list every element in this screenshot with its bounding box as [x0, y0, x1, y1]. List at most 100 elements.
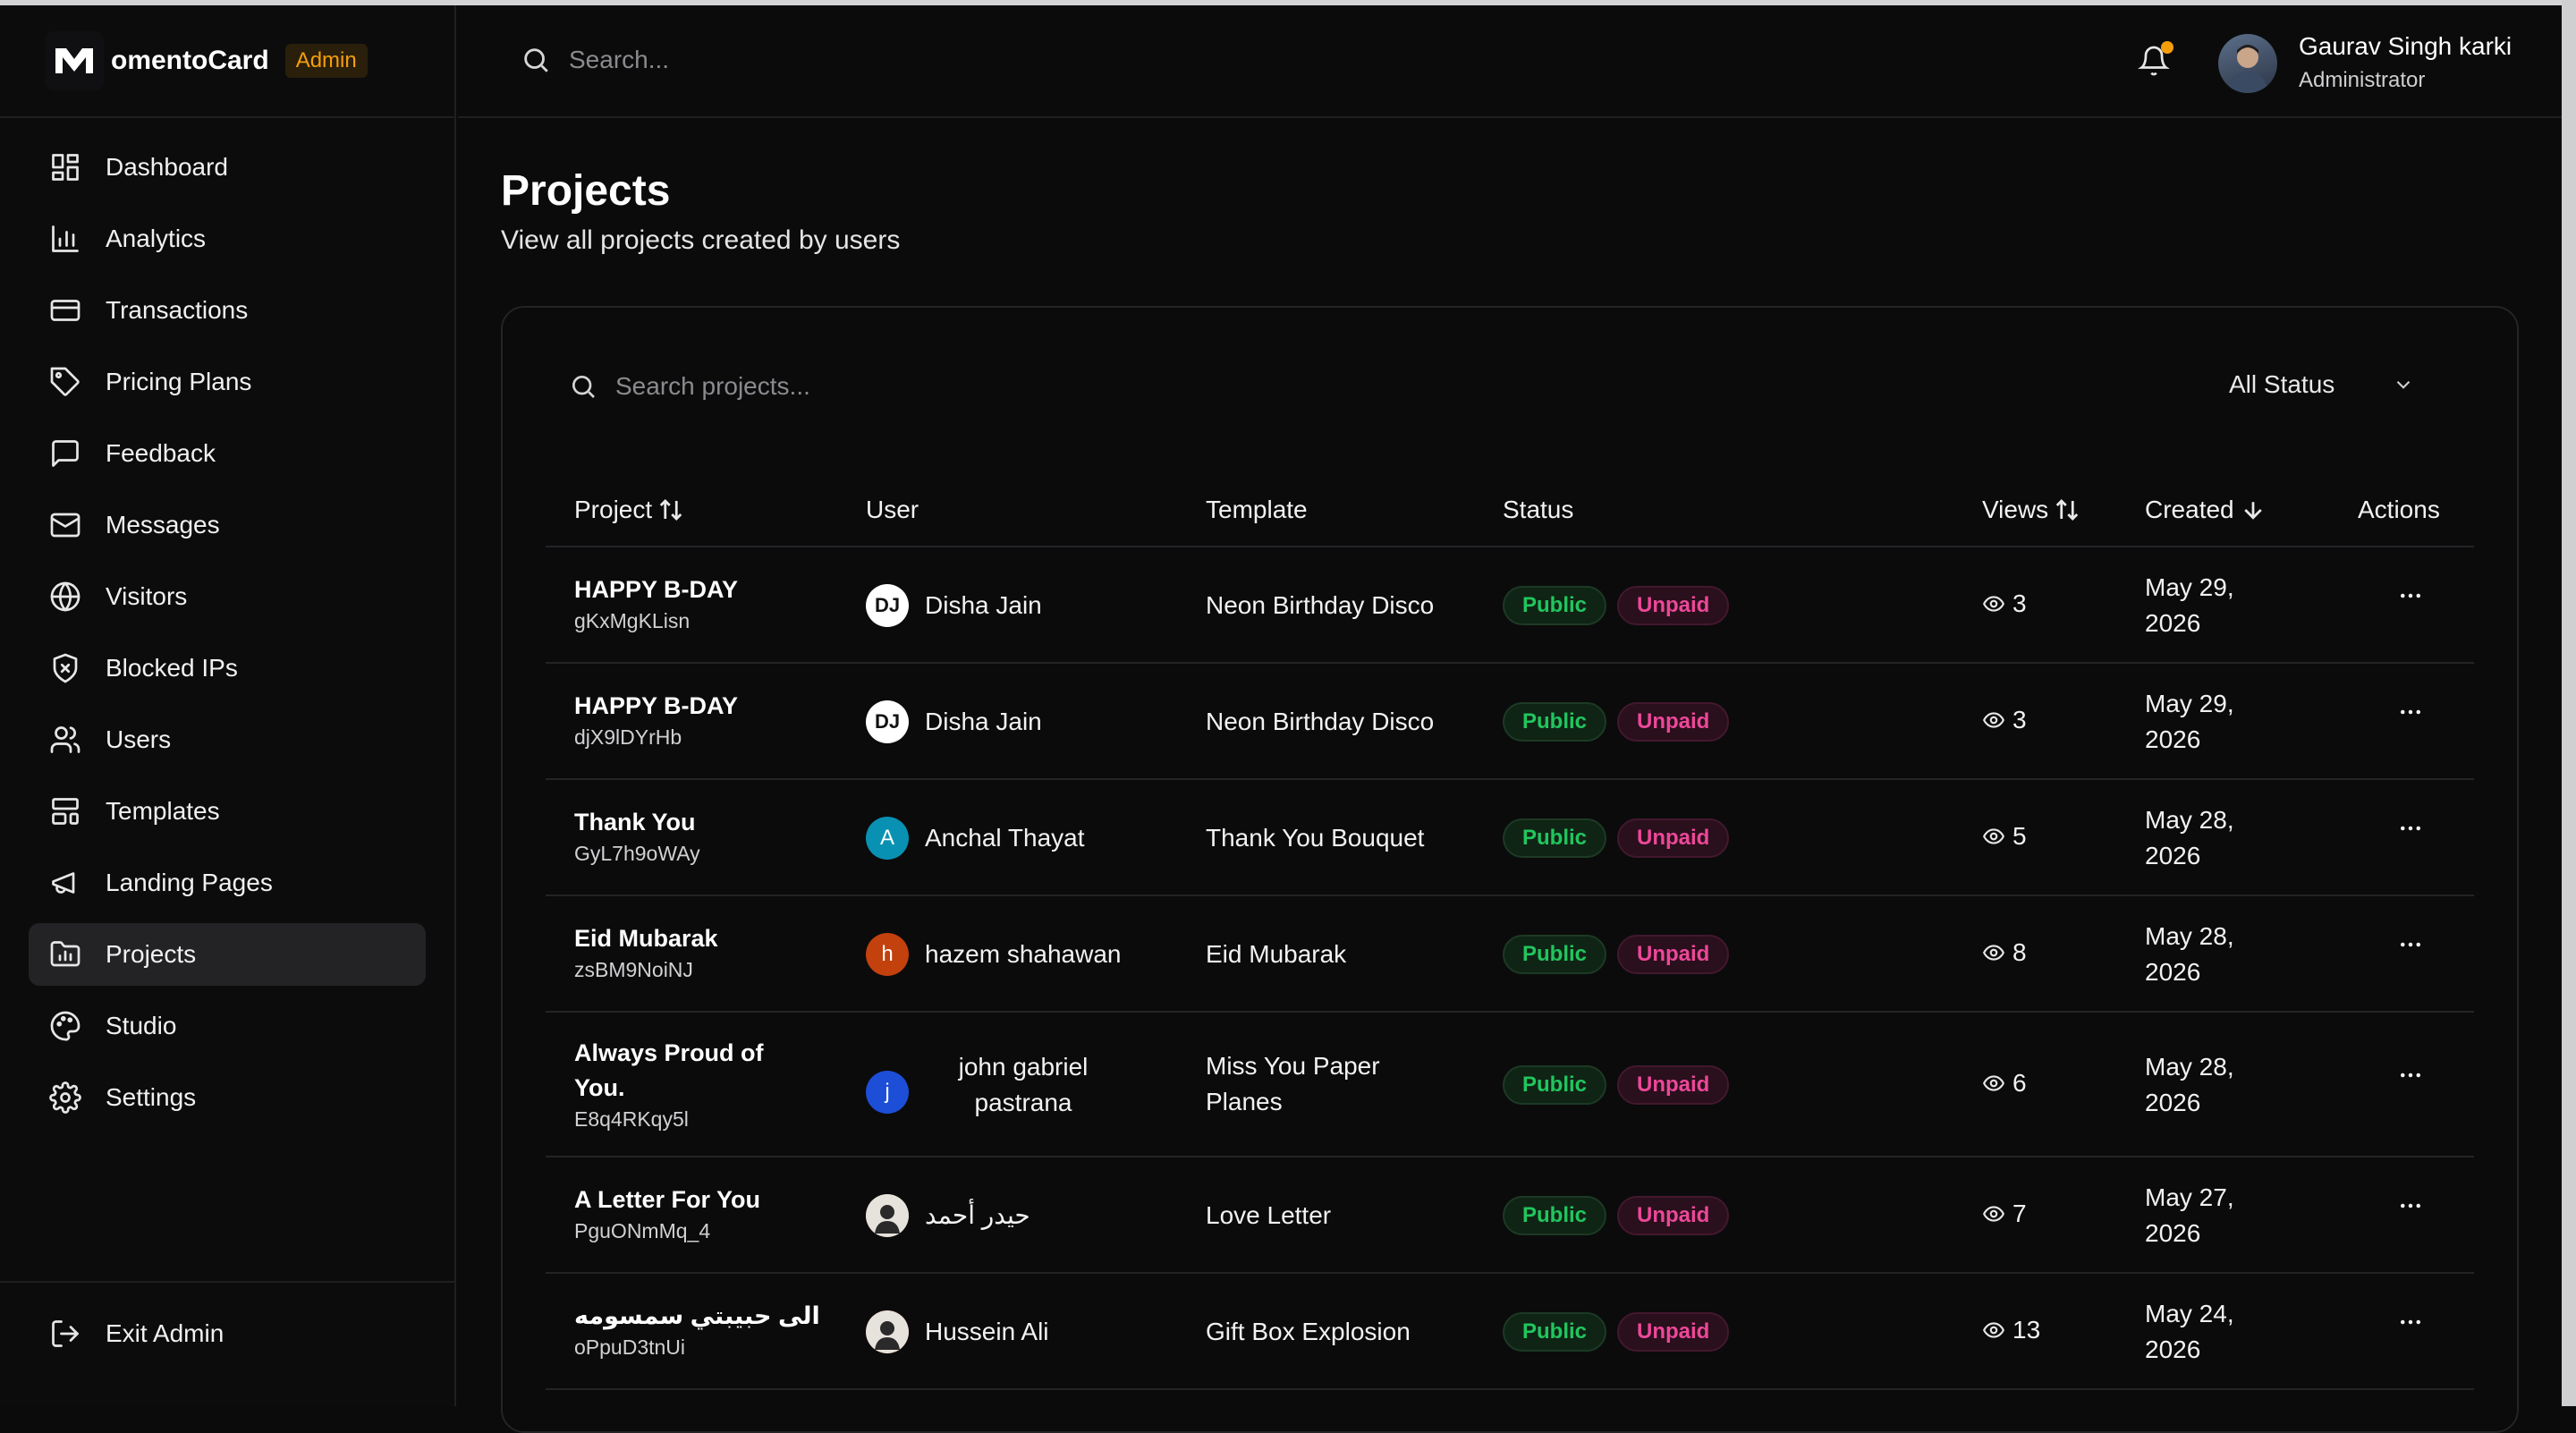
table-row[interactable]: HAPPY B-DAY djX9lDYrHb DJ Disha Jain Neon Bi…	[546, 664, 2474, 780]
table-header: Project User Template Status Views Creat…	[546, 469, 2474, 547]
row-actions-button[interactable]	[2397, 699, 2424, 733]
project-code: GyL7h9oWAy	[574, 842, 700, 865]
more-horizontal-icon	[2401, 593, 2420, 598]
status-badge-unpaid: Unpaid	[1617, 935, 1730, 974]
users-icon	[48, 723, 82, 757]
avatar-initials: A	[879, 826, 894, 850]
status-cell: Public Unpaid	[1503, 1312, 1740, 1352]
views-count: 3	[2012, 589, 2027, 617]
project-title: الى حبيبتي سمسومه	[574, 1302, 820, 1329]
avatar: A	[866, 817, 909, 860]
globe-icon	[48, 580, 82, 614]
scrollbar-track[interactable]	[2562, 0, 2576, 1406]
project-cell[interactable]: Eid Mubarak zsBM9NoiNJ	[574, 921, 860, 983]
sidebar-item-blocked-ips[interactable]: Blocked IPs	[29, 637, 426, 700]
user-name[interactable]: Gaurav Singh karki	[2299, 32, 2512, 61]
sidebar-item-transactions[interactable]: Transactions	[29, 279, 426, 342]
status-cell: Public Unpaid	[1503, 1196, 1740, 1235]
status-cell: Public Unpaid	[1503, 1065, 1740, 1105]
project-code: oPpuD3tnUi	[574, 1335, 686, 1359]
sidebar-item-templates[interactable]: Templates	[29, 780, 426, 843]
row-actions-button[interactable]	[2397, 582, 2424, 617]
sidebar-item-label: Analytics	[106, 225, 207, 252]
notifications-button[interactable]	[2138, 41, 2174, 81]
column-header-created[interactable]: Created	[2145, 496, 2267, 524]
sidebar: omentoCard Admin Dashboard Analytics Tra…	[0, 5, 456, 1406]
sidebar-item-visitors[interactable]: Visitors	[29, 565, 426, 628]
project-cell[interactable]: HAPPY B-DAY djX9lDYrHb	[574, 689, 860, 750]
project-cell[interactable]: A Letter For You PguONmMq_4	[574, 1183, 860, 1244]
sidebar-item-settings[interactable]: Settings	[29, 1066, 426, 1129]
column-header-project[interactable]: Project	[574, 496, 684, 524]
column-label: Views	[1982, 496, 2049, 523]
row-actions-button[interactable]	[2397, 931, 2424, 966]
sidebar-item-analytics[interactable]: Analytics	[29, 208, 426, 270]
top-header: Gaurav Singh karki Administrator	[458, 5, 2562, 118]
sidebar-item-pricing-plans[interactable]: Pricing Plans	[29, 351, 426, 413]
row-actions-button[interactable]	[2397, 815, 2424, 850]
user-cell[interactable]: DJ Disha Jain	[866, 584, 1170, 627]
project-code: djX9lDYrHb	[574, 725, 682, 749]
sidebar-item-dashboard[interactable]: Dashboard	[29, 136, 426, 199]
sidebar-item-studio[interactable]: Studio	[29, 995, 426, 1057]
user-cell[interactable]: A Anchal Thayat	[866, 817, 1170, 860]
project-search-input[interactable]	[615, 372, 1241, 401]
status-badge-unpaid: Unpaid	[1617, 586, 1730, 625]
project-cell[interactable]: HAPPY B-DAY gKxMgKLisn	[574, 572, 860, 634]
user-cell[interactable]: DJ Disha Jain	[866, 700, 1170, 743]
user-avatar[interactable]	[2218, 34, 2277, 93]
global-search-input[interactable]	[569, 46, 1106, 74]
column-header-views[interactable]: Views	[1982, 496, 2080, 524]
template-name: Miss You Paper Planes	[1206, 1052, 1380, 1115]
sidebar-item-feedback[interactable]: Feedback	[29, 422, 426, 485]
column-header-user: User	[866, 496, 919, 524]
sort-both-icon	[659, 499, 682, 521]
mail-icon	[48, 508, 82, 542]
row-actions-button[interactable]	[2397, 1062, 2424, 1097]
table-row[interactable]: HAPPY B-DAY gKxMgKLisn DJ Disha Jain Neon Bi…	[546, 547, 2474, 664]
brand[interactable]: omentoCard Admin	[0, 5, 454, 118]
status-badge-unpaid: Unpaid	[1617, 1312, 1730, 1352]
user-cell[interactable]: حيدر أحمد	[866, 1194, 1170, 1237]
user-name: Disha Jain	[925, 591, 1042, 619]
exit-admin-button[interactable]: Exit Admin	[29, 1302, 426, 1365]
sidebar-item-landing-pages[interactable]: Landing Pages	[29, 852, 426, 914]
avatar-photo	[866, 1194, 909, 1237]
status-filter-select[interactable]: All Status	[2229, 370, 2415, 399]
template-name: Neon Birthday Disco	[1206, 591, 1435, 619]
table-row[interactable]: A Letter For You PguONmMq_4 حيدر أحمد Love …	[546, 1157, 2474, 1274]
sidebar-item-projects[interactable]: Projects	[29, 923, 426, 986]
sidebar-item-label: Transactions	[106, 296, 249, 324]
sidebar-item-messages[interactable]: Messages	[29, 494, 426, 556]
column-label: User	[866, 496, 919, 523]
user-cell[interactable]: Hussein Ali	[866, 1310, 1170, 1353]
template-name: Eid Mubarak	[1206, 940, 1347, 968]
user-cell[interactable]: j john gabriel pastrana	[866, 1053, 1170, 1121]
status-cell: Public Unpaid	[1503, 702, 1740, 742]
avatar	[866, 1194, 909, 1237]
brand-name: omentoCard	[111, 46, 269, 75]
sidebar-item-label: Settings	[106, 1083, 197, 1111]
status-badge-public: Public	[1503, 1196, 1607, 1235]
project-cell[interactable]: Thank You GyL7h9oWAy	[574, 805, 860, 867]
views-cell: 3	[1982, 706, 2027, 734]
exit-admin-label: Exit Admin	[106, 1319, 225, 1347]
project-cell[interactable]: الى حبيبتي سمسومه oPpuD3tnUi	[574, 1299, 860, 1361]
views-count: 5	[2012, 822, 2027, 850]
sidebar-item-users[interactable]: Users	[29, 708, 426, 771]
table-row[interactable]: Eid Mubarak zsBM9NoiNJ h hazem shahawan Eid …	[546, 896, 2474, 1013]
row-actions-button[interactable]	[2397, 1309, 2424, 1344]
table-row[interactable]: Always Proud of You. E8q4RKqy5l j john gabr…	[546, 1013, 2474, 1157]
message-square-icon	[48, 437, 82, 471]
user-cell[interactable]: h hazem shahawan	[866, 933, 1170, 976]
app-window: omentoCard Admin Dashboard Analytics Tra…	[0, 0, 2576, 1433]
search-icon	[524, 48, 548, 72]
table-row[interactable]: Thank You GyL7h9oWAy A Anchal Thayat Thank Y…	[546, 780, 2474, 896]
row-actions-button[interactable]	[2397, 1192, 2424, 1227]
views-cell: 8	[1982, 938, 2027, 967]
layout-template-icon	[48, 794, 82, 828]
column-header-status: Status	[1503, 496, 1573, 524]
avatar-initials: h	[881, 942, 894, 966]
table-row[interactable]: الى حبيبتي سمسومه oPpuD3tnUi Hussein Ali Gi…	[546, 1274, 2474, 1390]
project-cell[interactable]: Always Proud of You. E8q4RKqy5l	[574, 1036, 789, 1132]
